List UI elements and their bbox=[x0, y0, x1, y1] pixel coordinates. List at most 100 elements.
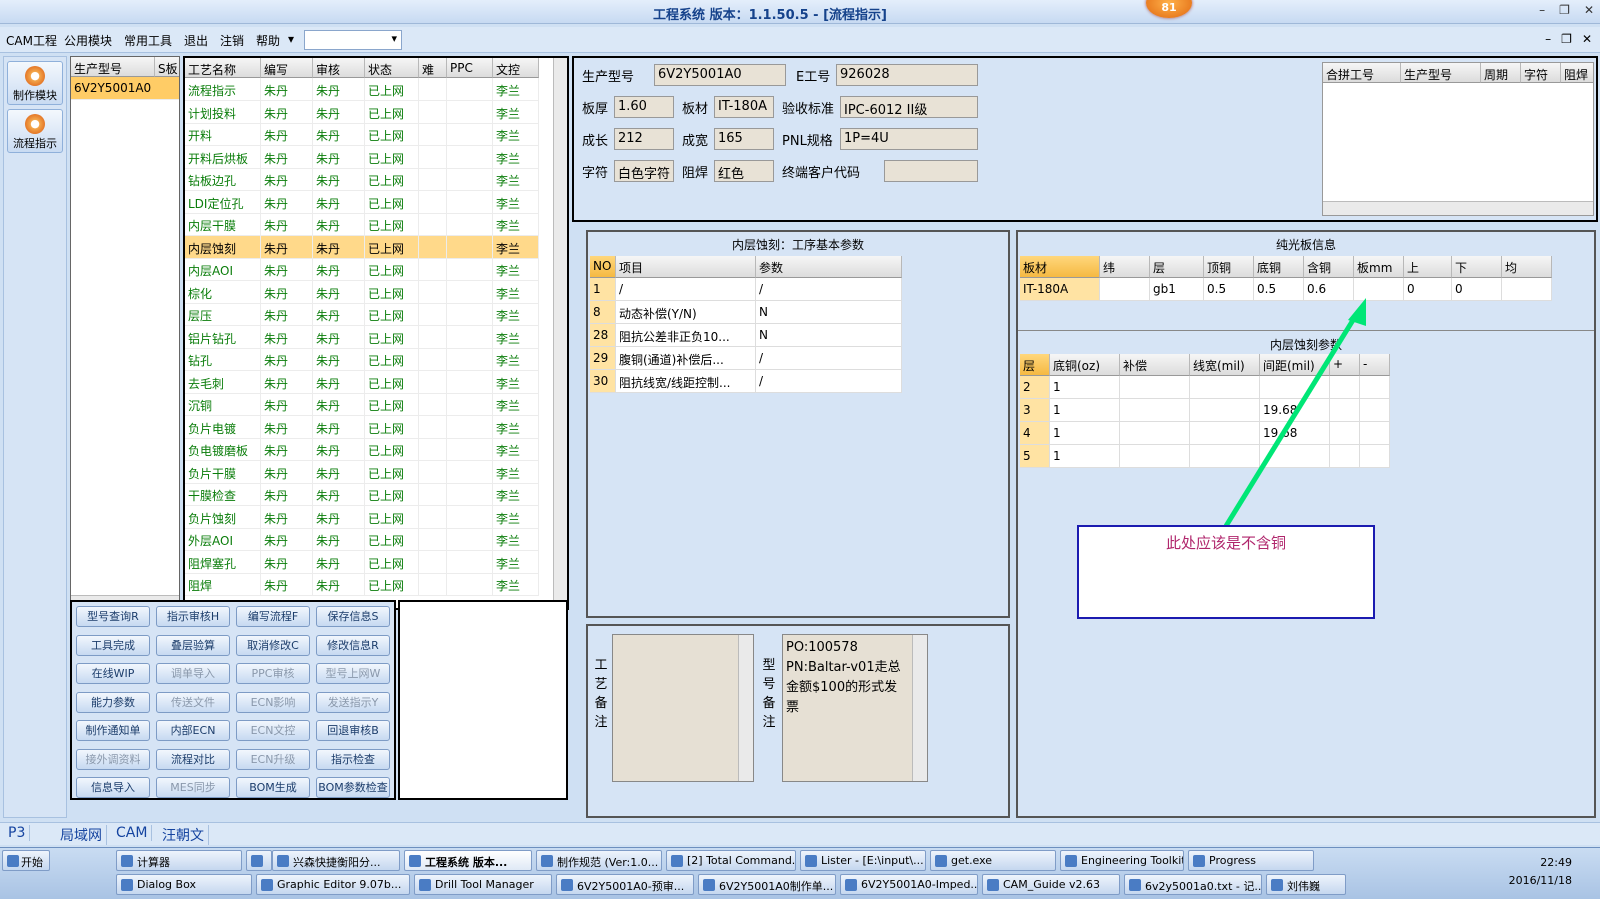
action-button[interactable]: 调单导入 bbox=[156, 663, 230, 684]
col-header[interactable]: 板材 bbox=[1020, 256, 1100, 278]
process-cell[interactable]: 阻焊塞孔 bbox=[185, 550, 261, 574]
taskbar-item[interactable]: Engineering Toolkit... bbox=[1060, 850, 1184, 871]
restore-icon[interactable]: ❐ bbox=[1559, 3, 1570, 17]
process-cell[interactable]: 朱丹 bbox=[261, 393, 313, 416]
close-icon[interactable]: ✕ bbox=[1584, 3, 1594, 17]
table-cell[interactable]: 1 bbox=[1050, 445, 1120, 468]
taskbar-item[interactable] bbox=[246, 850, 272, 871]
action-button[interactable]: 内部ECN bbox=[156, 720, 230, 741]
field-standard[interactable]: IPC-6012 II级 bbox=[840, 96, 978, 118]
table-cell[interactable]: 动态补偿(Y/N) bbox=[616, 301, 756, 324]
action-button[interactable]: 传送文件 bbox=[156, 691, 230, 713]
col-header[interactable]: 层 bbox=[1020, 354, 1050, 376]
process-cell[interactable]: 朱丹 bbox=[313, 325, 365, 349]
process-cell[interactable]: 内层AOI bbox=[185, 258, 261, 281]
tab-cam[interactable]: CAM bbox=[112, 825, 153, 841]
action-button[interactable]: 制作通知单 bbox=[76, 720, 150, 741]
process-cell[interactable]: 朱丹 bbox=[261, 460, 313, 484]
process-cell[interactable]: 朱丹 bbox=[313, 258, 365, 281]
taskbar-item[interactable]: get.exe bbox=[930, 850, 1056, 871]
col-header[interactable]: 合拼工号 bbox=[1323, 63, 1401, 83]
col-header[interactable]: PPC bbox=[447, 58, 493, 78]
col-header[interactable]: 工艺名称 bbox=[185, 58, 261, 78]
process-cell[interactable]: 李兰 bbox=[493, 235, 539, 259]
process-cell[interactable] bbox=[447, 145, 493, 169]
taskbar-item[interactable]: 刘伟巍 bbox=[1266, 874, 1346, 895]
table-cell[interactable]: 1 bbox=[1050, 399, 1120, 422]
process-cell[interactable]: 李兰 bbox=[493, 438, 539, 461]
process-cell[interactable]: 已上网 bbox=[365, 348, 419, 371]
process-cell[interactable] bbox=[447, 303, 493, 326]
process-cell[interactable]: 朱丹 bbox=[313, 168, 365, 191]
process-cell[interactable] bbox=[419, 325, 447, 349]
table-cell[interactable]: 1 bbox=[590, 278, 616, 301]
process-cell[interactable]: 干膜检查 bbox=[185, 483, 261, 506]
table-cell[interactable]: 1 bbox=[1050, 422, 1120, 445]
process-cell[interactable] bbox=[447, 213, 493, 236]
col-header[interactable]: 审核 bbox=[313, 58, 365, 78]
taskbar-item[interactable]: 工程系统 版本... bbox=[404, 850, 532, 871]
process-cell[interactable]: 朱丹 bbox=[261, 190, 313, 214]
col-header[interactable]: 项目 bbox=[616, 256, 756, 278]
process-cell[interactable]: 李兰 bbox=[493, 550, 539, 574]
process-cell[interactable]: 朱丹 bbox=[261, 505, 313, 529]
process-cell[interactable]: 朱丹 bbox=[313, 123, 365, 146]
table-cell[interactable]: 4 bbox=[1020, 422, 1050, 445]
process-cell[interactable] bbox=[447, 78, 493, 101]
horizontal-scrollbar[interactable] bbox=[1323, 201, 1593, 215]
table-cell[interactable] bbox=[1100, 278, 1150, 301]
table-cell[interactable]: 0 bbox=[1452, 278, 1502, 301]
action-button[interactable]: 在线WIP bbox=[76, 663, 150, 684]
process-cell[interactable]: 李兰 bbox=[493, 325, 539, 349]
process-cell[interactable]: 朱丹 bbox=[261, 483, 313, 506]
process-cell[interactable] bbox=[447, 370, 493, 394]
process-cell[interactable] bbox=[447, 348, 493, 371]
process-cell[interactable]: 已上网 bbox=[365, 303, 419, 326]
col-header[interactable]: 含铜 bbox=[1304, 256, 1354, 278]
action-button[interactable]: 叠层验算 bbox=[156, 634, 230, 656]
process-cell[interactable]: 去毛刺 bbox=[185, 370, 261, 394]
process-cell[interactable] bbox=[419, 528, 447, 551]
process-cell[interactable] bbox=[419, 280, 447, 304]
process-cell[interactable] bbox=[447, 168, 493, 191]
process-cell[interactable]: 内层蚀刻 bbox=[185, 235, 261, 259]
process-cell[interactable] bbox=[419, 415, 447, 439]
process-cell[interactable] bbox=[447, 483, 493, 506]
table-cell[interactable]: 3 bbox=[1020, 399, 1050, 422]
mdi-minimize-icon[interactable]: – bbox=[1545, 32, 1551, 46]
process-cell[interactable]: 已上网 bbox=[365, 145, 419, 169]
process-cell[interactable]: 朱丹 bbox=[261, 145, 313, 169]
action-button[interactable]: BOM生成 bbox=[236, 777, 310, 798]
process-cell[interactable]: 已上网 bbox=[365, 100, 419, 124]
process-cell[interactable]: 朱丹 bbox=[261, 528, 313, 551]
process-cell[interactable]: 朱丹 bbox=[313, 100, 365, 124]
action-button[interactable]: MES同步 bbox=[156, 777, 230, 798]
col-header[interactable]: 层 bbox=[1150, 256, 1204, 278]
process-cell[interactable]: 层压 bbox=[185, 303, 261, 326]
process-cell[interactable]: 朱丹 bbox=[313, 78, 365, 101]
process-cell[interactable] bbox=[447, 123, 493, 146]
col-header[interactable]: 周期 bbox=[1481, 63, 1521, 83]
table-cell[interactable]: / bbox=[756, 347, 902, 370]
process-cell[interactable] bbox=[419, 550, 447, 574]
minimize-icon[interactable]: – bbox=[1539, 3, 1545, 17]
process-cell[interactable]: 阻焊 bbox=[185, 573, 261, 596]
process-cell[interactable] bbox=[419, 213, 447, 236]
action-button[interactable]: 型号上网W bbox=[316, 663, 390, 684]
process-cell[interactable]: 已上网 bbox=[365, 483, 419, 506]
process-cell[interactable]: 内层干膜 bbox=[185, 213, 261, 236]
col-header[interactable]: 难 bbox=[419, 58, 447, 78]
process-cell[interactable]: 李兰 bbox=[493, 460, 539, 484]
vertical-scrollbar[interactable] bbox=[738, 635, 753, 781]
table-cell[interactable]: 8 bbox=[590, 301, 616, 324]
process-cell[interactable]: 已上网 bbox=[365, 168, 419, 191]
col-header[interactable]: 生产型号 bbox=[71, 57, 155, 77]
vertical-scrollbar[interactable] bbox=[912, 635, 927, 781]
process-cell[interactable]: 已上网 bbox=[365, 438, 419, 461]
process-cell[interactable] bbox=[419, 483, 447, 506]
process-cell[interactable]: 已上网 bbox=[365, 370, 419, 394]
action-button[interactable]: ECN升级 bbox=[236, 748, 310, 770]
nav-process-guide[interactable]: ● 流程指示 bbox=[7, 109, 63, 153]
process-cell[interactable] bbox=[447, 393, 493, 416]
table-cell[interactable] bbox=[1502, 278, 1552, 301]
